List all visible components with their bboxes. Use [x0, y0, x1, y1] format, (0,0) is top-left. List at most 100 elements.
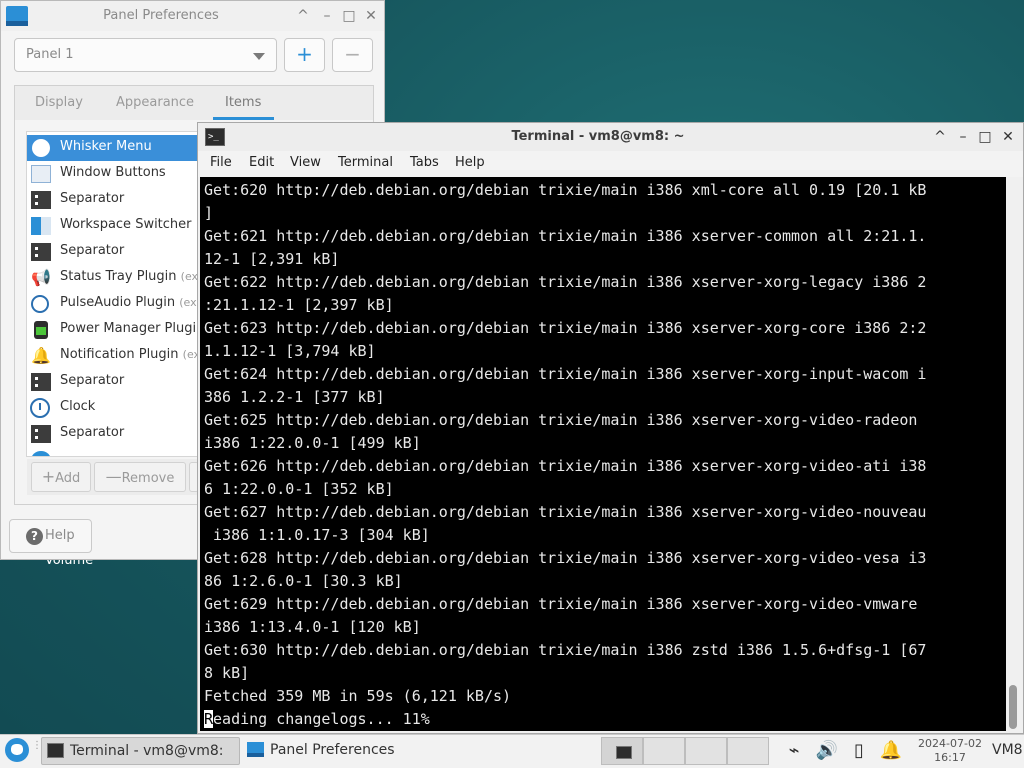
add-item-label: Add: [55, 471, 81, 486]
active-tab-indicator: [213, 117, 274, 120]
menu-edit[interactable]: Edit: [249, 155, 274, 170]
clock-date: 2024-07-02: [918, 737, 982, 750]
list-item[interactable]: Separator: [27, 187, 200, 213]
workspace-4[interactable]: [727, 737, 769, 765]
whisker-menu-icon: [32, 139, 50, 157]
terminal-line: i386 1:1.0.17-3 [304 kB]: [204, 526, 430, 544]
audio-icon: [31, 295, 49, 313]
list-item-label: Notification Plugin: [60, 347, 179, 362]
terminal-line: i386 1:22.0.0-1 [499 kB]: [204, 434, 421, 452]
remove-item-label: Remove: [121, 471, 175, 486]
menu-terminal[interactable]: Terminal: [338, 155, 393, 170]
terminal-line: Get:626 http://deb.debian.org/debian tri…: [204, 457, 927, 475]
list-item[interactable]: PulseAudio Plugin (ex: [27, 291, 200, 317]
list-item[interactable]: Clock: [27, 395, 200, 421]
workspace-switcher-icon: [31, 217, 51, 235]
minimize-window-icon[interactable]: –: [954, 127, 972, 147]
terminal-output[interactable]: Get:620 http://deb.debian.org/debian tri…: [200, 177, 1006, 731]
whisker-menu-icon[interactable]: [5, 738, 29, 762]
list-item[interactable]: Separator: [27, 239, 200, 265]
network-icon[interactable]: ⌁: [782, 739, 806, 763]
panel-items-list[interactable]: Whisker Menu Window Buttons Separator Wo…: [26, 131, 201, 457]
terminal-line: Get:630 http://deb.debian.org/debian tri…: [204, 641, 927, 659]
panel-preferences-app-icon: [6, 6, 28, 26]
minimize-window-icon[interactable]: –: [318, 6, 336, 26]
panel-preferences-titlebar[interactable]: Panel Preferences ^ – □ ✕: [1, 1, 384, 31]
workspace-1[interactable]: [601, 737, 643, 765]
list-item[interactable]: Separator: [27, 369, 200, 395]
terminal-scrollbar-thumb[interactable]: [1009, 685, 1017, 729]
maximize-window-icon[interactable]: □: [976, 127, 994, 147]
close-window-icon[interactable]: ✕: [999, 127, 1017, 147]
workspace-2[interactable]: [643, 737, 685, 765]
menu-help[interactable]: Help: [455, 155, 485, 170]
taskbar-button-panel-preferences[interactable]: Panel Preferences: [242, 737, 442, 765]
tab-appearance[interactable]: Appearance: [116, 95, 194, 110]
list-item-label: PulseAudio Plugin: [60, 295, 176, 310]
taskbar-button-label: Panel Preferences: [270, 742, 395, 758]
chevron-down-icon: [253, 53, 265, 60]
volume-icon[interactable]: 🔊: [815, 739, 839, 763]
terminal-line: 6 1:22.0.0-1 [352 kB]: [204, 480, 394, 498]
taskbar-button-terminal[interactable]: Terminal - vm8@vm8: ~: [41, 737, 240, 765]
list-item-label: Separator: [60, 243, 125, 258]
list-item-label: Workspace Switcher: [60, 217, 192, 232]
user-label[interactable]: VM8: [992, 742, 1023, 758]
terminal-line: i386 1:13.4.0-1 [120 kB]: [204, 618, 421, 636]
terminal-menubar: [198, 151, 1023, 177]
list-item[interactable]: Workspace Switcher: [27, 213, 200, 239]
tab-display[interactable]: Display: [35, 95, 83, 110]
terminal-line: 86 1:2.6.0-1 [30.3 kB]: [204, 572, 403, 590]
text-cursor: R: [204, 710, 214, 728]
separator-icon: ⋮: [32, 741, 42, 758]
remove-panel-button[interactable]: −: [332, 38, 373, 72]
menu-view[interactable]: View: [290, 155, 321, 170]
separator-icon: [31, 425, 51, 443]
terminal-line: ]: [204, 204, 214, 222]
close-window-icon[interactable]: ✕: [362, 6, 380, 26]
add-item-button[interactable]: +Add: [31, 462, 91, 492]
terminal-line: Get:628 http://deb.debian.org/debian tri…: [204, 549, 927, 567]
workspace-3[interactable]: [685, 737, 727, 765]
list-item-ext: (ex: [180, 270, 199, 283]
menu-file[interactable]: File: [210, 155, 232, 170]
shade-window-icon[interactable]: ^: [294, 6, 312, 26]
panel-select-dropdown[interactable]: Panel 1: [14, 38, 277, 72]
terminal-titlebar[interactable]: >_ Terminal - vm8@vm8: ~ ^ – □ ✕: [198, 123, 1023, 151]
list-item[interactable]: Power Manager Plugi: [27, 317, 200, 343]
clock[interactable]: 2024-07-02 16:17: [913, 737, 987, 765]
help-button[interactable]: ? Help: [9, 519, 92, 553]
list-item-label: Power Manager Plugi: [60, 321, 197, 336]
separator-icon: [31, 243, 51, 261]
list-item[interactable]: Whisker Menu: [27, 135, 200, 161]
list-item-label: Separator: [60, 373, 125, 388]
terminal-line: Get:625 http://deb.debian.org/debian tri…: [204, 411, 918, 429]
terminal-line: 386 1.2.2-1 [377 kB]: [204, 388, 385, 406]
terminal-line: Get:621 http://deb.debian.org/debian tri…: [204, 227, 927, 245]
bell-icon[interactable]: 🔔: [879, 739, 903, 763]
window-buttons-icon: [31, 165, 51, 183]
remove-item-button[interactable]: —Remove: [94, 462, 186, 492]
list-item[interactable]: [27, 447, 200, 456]
bell-icon: 🔔: [31, 346, 51, 365]
battery-charging-icon[interactable]: ▯: [847, 739, 871, 763]
terminal-line: Fetched 359 MB in 59s (6,121 kB/s): [204, 687, 512, 705]
tab-items[interactable]: Items: [225, 95, 261, 110]
list-item[interactable]: 📢 Status Tray Plugin (ex: [27, 265, 200, 291]
list-item[interactable]: Separator: [27, 421, 200, 447]
list-item-label: Window Buttons: [60, 165, 166, 180]
list-item[interactable]: Window Buttons: [27, 161, 200, 187]
terminal-scrollbar[interactable]: [1006, 177, 1021, 731]
menu-tabs[interactable]: Tabs: [410, 155, 439, 170]
terminal-line-rest: eading changelogs... 11%: [213, 710, 430, 728]
terminal-line-current: Reading changelogs... 11%: [204, 708, 1006, 731]
terminal-app-icon: >_: [205, 128, 225, 146]
terminal-line: :21.1.12-1 [2,397 kB]: [204, 296, 394, 314]
list-item[interactable]: 🔔 Notification Plugin (ex: [27, 343, 200, 369]
shade-window-icon[interactable]: ^: [931, 127, 949, 147]
separator-icon: [31, 191, 51, 209]
maximize-window-icon[interactable]: □: [340, 6, 358, 26]
help-icon: ?: [26, 528, 43, 545]
add-panel-button[interactable]: +: [284, 38, 325, 72]
terminal-icon: [47, 743, 64, 758]
